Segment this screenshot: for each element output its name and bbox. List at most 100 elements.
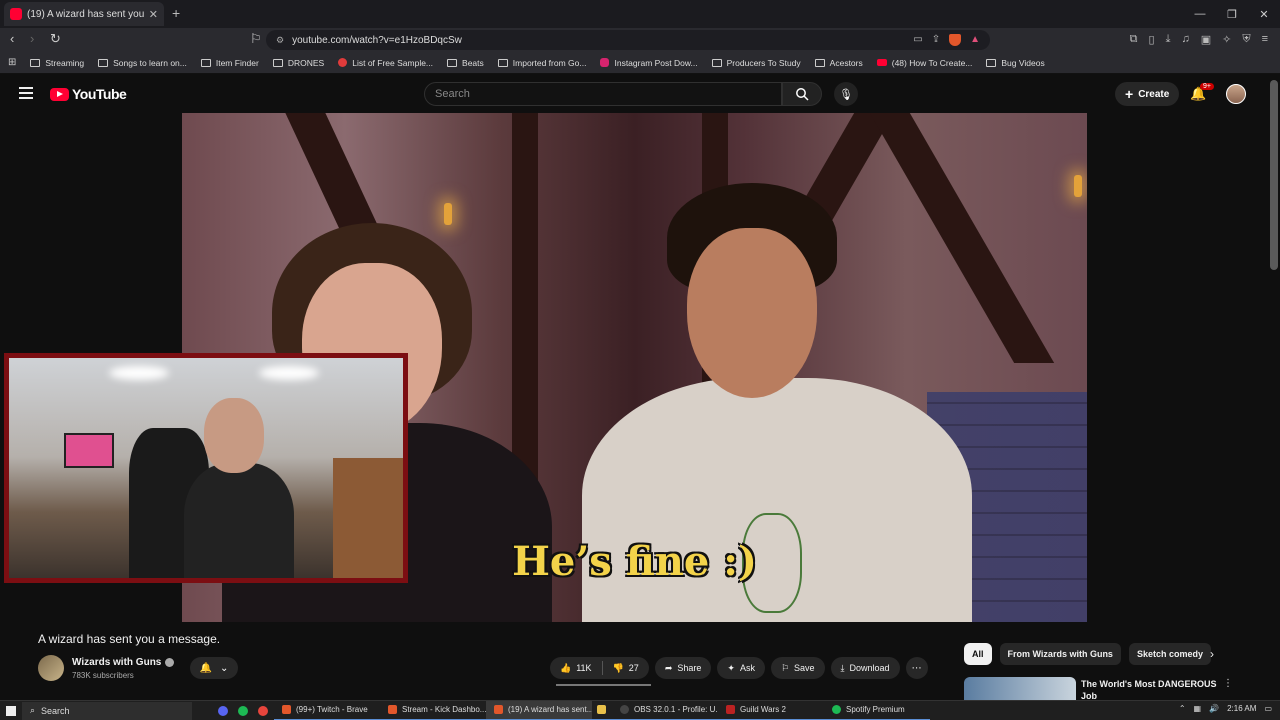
chip-from-channel[interactable]: From Wizards with Guns xyxy=(999,643,1121,665)
restore-icon[interactable]: ❐ xyxy=(1216,0,1248,28)
tab-title: (19) A wizard has sent you a xyxy=(27,8,144,20)
monitor xyxy=(64,433,114,468)
recommended-thumbnail[interactable] xyxy=(964,677,1076,701)
thumbs-down-icon: 👎 xyxy=(612,662,624,673)
downloads-icon[interactable]: ⤓ xyxy=(1166,33,1171,46)
chip-all[interactable]: All xyxy=(964,643,992,665)
microphone-icon: 🎙 xyxy=(839,88,853,101)
youtube-logo[interactable]: YouTube xyxy=(50,86,127,102)
browser-tab-active[interactable]: (19) A wizard has sent you a ✕ xyxy=(4,2,164,26)
close-window-icon[interactable]: ✕ xyxy=(1248,0,1280,28)
start-button[interactable] xyxy=(0,701,22,720)
site-info-icon[interactable]: ⚙ xyxy=(276,35,284,46)
discord-icon[interactable] xyxy=(218,705,228,716)
chevron-right-icon[interactable]: › xyxy=(1210,647,1214,661)
bookmark-drones[interactable]: DRONES xyxy=(272,58,324,68)
recommendation-chips: All From Wizards with Guns Sketch comedy xyxy=(964,643,1211,665)
brave-shield-icon[interactable] xyxy=(949,34,962,46)
more-vertical-icon[interactable]: ⋮ xyxy=(1223,678,1233,689)
save-icon: ⚐ xyxy=(780,662,790,673)
more-actions-button[interactable]: ⋯ xyxy=(905,657,928,679)
channel-avatar[interactable] xyxy=(38,655,64,681)
folder-icon xyxy=(711,58,722,67)
volume-icon[interactable]: 🔊 xyxy=(1209,704,1219,713)
reload-icon[interactable]: ↻ xyxy=(50,31,61,47)
chrome-icon[interactable] xyxy=(258,705,268,716)
taskbar-app-obs[interactable]: OBS 32.0.1 - Profile: U... xyxy=(612,701,718,720)
taskbar-app-kick[interactable]: Stream - Kick Dashbo... xyxy=(380,701,486,720)
bookmark-page-icon[interactable]: ⚐ xyxy=(250,31,262,47)
download-icon: ⤓ xyxy=(840,662,845,673)
page-scrollbar[interactable] xyxy=(1270,80,1278,270)
bookmark-how-to-create[interactable]: (48) How To Create... xyxy=(876,58,972,68)
download-button[interactable]: ⤓ Download xyxy=(830,657,900,679)
folder-icon xyxy=(497,58,508,67)
spotify-icon[interactable] xyxy=(238,705,248,716)
cast-icon[interactable]: ▭ xyxy=(913,34,922,46)
share-button[interactable]: ➦ Share xyxy=(654,657,712,679)
menu-icon[interactable]: ≡ xyxy=(1262,33,1268,46)
instagram-icon xyxy=(600,58,610,67)
leo-icon[interactable]: ✧ xyxy=(1222,33,1231,46)
account-avatar[interactable] xyxy=(1226,84,1246,104)
taskbar-search[interactable]: ⌕ Search xyxy=(22,701,192,720)
music-icon[interactable]: ♫ xyxy=(1181,33,1189,46)
running-apps: (99+) Twitch - Brave Stream - Kick Dashb… xyxy=(274,700,930,720)
bookmark-item-finder[interactable]: Item Finder xyxy=(200,58,259,68)
new-tab-icon[interactable]: + xyxy=(172,5,180,21)
chevron-up-icon[interactable]: ⌃ xyxy=(1179,704,1186,713)
guide-menu-icon[interactable] xyxy=(19,87,33,102)
channel-name[interactable]: Wizards with Guns xyxy=(72,657,175,668)
vpn-icon[interactable]: ⛨ xyxy=(1242,33,1250,46)
minimize-icon[interactable]: — xyxy=(1184,0,1216,28)
forward-icon[interactable]: › xyxy=(30,31,34,46)
windows-logo-icon xyxy=(6,705,16,716)
bookmark-imported[interactable]: Imported from Go... xyxy=(497,58,586,68)
bookmark-beats[interactable]: Beats xyxy=(447,58,484,68)
bookmark-instagram[interactable]: Instagram Post Dow... xyxy=(600,58,698,68)
windows-taskbar: ⌕ Search (99+) Twitch - Brave Stream - Ki… xyxy=(0,700,1280,720)
bookmark-acestors[interactable]: Acestors xyxy=(814,58,863,68)
recommended-title[interactable]: The World's Most DANGEROUS Job xyxy=(1081,678,1221,700)
back-icon[interactable]: ‹ xyxy=(10,31,14,46)
bookmark-streaming[interactable]: Streaming xyxy=(30,58,84,68)
bookmark-producers[interactable]: Producers To Study xyxy=(711,58,801,68)
close-tab-icon[interactable]: ✕ xyxy=(149,8,158,21)
taskbar-app-twitch[interactable]: (99+) Twitch - Brave xyxy=(274,701,380,720)
guild-wars-icon xyxy=(726,705,735,714)
bookmark-free-samples[interactable]: List of Free Sample... xyxy=(338,58,433,68)
notification-badge: 9+ xyxy=(1200,83,1214,90)
like-button[interactable]: 👍 11K xyxy=(550,657,602,679)
share-page-icon[interactable]: ⇪ xyxy=(932,34,940,46)
sidebar-icon[interactable]: ▯ xyxy=(1149,33,1155,46)
notification-center-icon[interactable]: ▭ xyxy=(1264,704,1272,713)
network-icon[interactable]: ▦ xyxy=(1194,704,1202,713)
subscription-notifications-button[interactable]: 🔔 ⌄ xyxy=(190,657,238,679)
extensions-icon[interactable]: ⧉ xyxy=(1130,33,1138,46)
url-field[interactable]: ⚙ youtube.com/watch?v=e1HzoBDqcSw ▭ ⇪ ▲ xyxy=(266,30,990,50)
window-controls: — ❐ ✕ xyxy=(1184,0,1280,28)
taskbar-app-spotify[interactable]: Spotify Premium xyxy=(824,701,930,720)
bookmark-bug-videos[interactable]: Bug Videos xyxy=(986,58,1045,68)
wallet-icon[interactable]: ▣ xyxy=(1201,33,1211,46)
search-input[interactable] xyxy=(435,88,771,100)
apps-grid-icon[interactable]: ⊞ xyxy=(8,57,16,68)
search-button[interactable] xyxy=(782,82,822,106)
clock[interactable]: 2:16 AM xyxy=(1227,704,1256,713)
chip-sketch-comedy[interactable]: Sketch comedy xyxy=(1128,643,1211,665)
ask-button[interactable]: ✦ Ask xyxy=(717,657,765,679)
brave-rewards-icon[interactable]: ▲ xyxy=(970,34,980,46)
create-button[interactable]: + Create xyxy=(1115,82,1180,106)
obs-icon xyxy=(620,705,629,714)
more-horizontal-icon: ⋯ xyxy=(911,662,922,674)
dislike-button[interactable]: 👎 27 xyxy=(603,657,649,679)
bookmark-songs[interactable]: Songs to learn on... xyxy=(98,58,187,68)
search-icon xyxy=(796,88,809,101)
torch-light xyxy=(444,203,452,225)
save-button[interactable]: ⚐ Save xyxy=(770,657,825,679)
folder-icon xyxy=(98,58,109,67)
taskbar-app-explorer[interactable] xyxy=(592,701,612,720)
taskbar-app-guild-wars[interactable]: Guild Wars 2 xyxy=(718,701,824,720)
taskbar-app-youtube[interactable]: (19) A wizard has sent... xyxy=(486,700,592,720)
voice-search-button[interactable]: 🎙 xyxy=(834,82,858,106)
